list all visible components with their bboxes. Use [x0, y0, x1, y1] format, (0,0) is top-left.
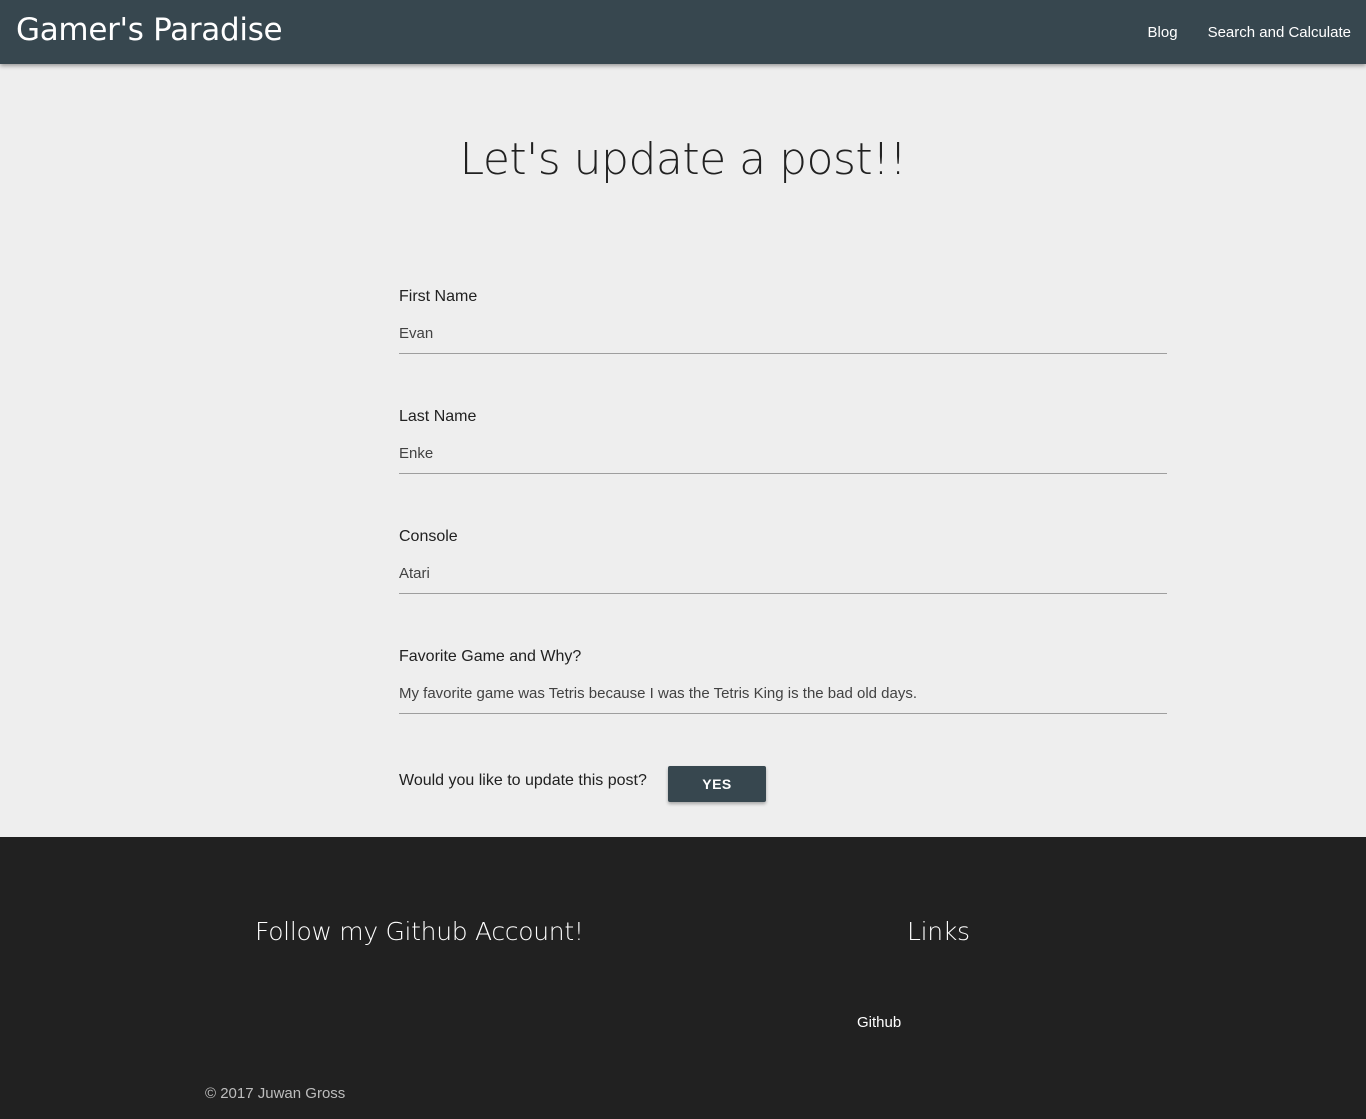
- console-input[interactable]: [399, 553, 1167, 594]
- first-name-label: First Name: [399, 288, 478, 305]
- favorite-game-input[interactable]: [399, 673, 1167, 714]
- console-field-group: Console: [399, 528, 1167, 618]
- nav-links: Blog Search and Calculate: [1118, 0, 1351, 64]
- favorite-game-label: Favorite Game and Why?: [399, 648, 582, 665]
- main-content: Let's update a post!! First Name Last Na…: [0, 64, 1366, 837]
- update-confirm-question: Would you like to update this post?: [399, 772, 647, 789]
- last-name-label: Last Name: [399, 408, 477, 425]
- page-footer: Follow my Github Account! Links Github ©…: [0, 837, 1366, 1119]
- last-name-input[interactable]: [399, 433, 1167, 474]
- copyright-text: © 2017 Juwan Gross: [205, 1085, 346, 1102]
- console-label: Console: [399, 528, 458, 545]
- links-heading: Links: [907, 917, 970, 946]
- nav-link-blog[interactable]: Blog: [1148, 24, 1178, 41]
- nav-link-search-and-calculate[interactable]: Search and Calculate: [1208, 24, 1351, 41]
- first-name-input[interactable]: [399, 313, 1167, 354]
- follow-github-heading: Follow my Github Account!: [255, 917, 584, 946]
- first-name-field-group: First Name: [399, 288, 1167, 378]
- brand-logo-link[interactable]: Gamer's Paradise: [16, 12, 283, 48]
- github-link[interactable]: Github: [857, 1014, 901, 1031]
- page-title: Let's update a post!!: [459, 134, 907, 185]
- top-navbar: Gamer's Paradise Blog Search and Calcula…: [0, 0, 1366, 64]
- yes-button[interactable]: YES: [668, 766, 766, 802]
- favorite-game-field-group: Favorite Game and Why?: [399, 648, 1167, 738]
- last-name-field-group: Last Name: [399, 408, 1167, 498]
